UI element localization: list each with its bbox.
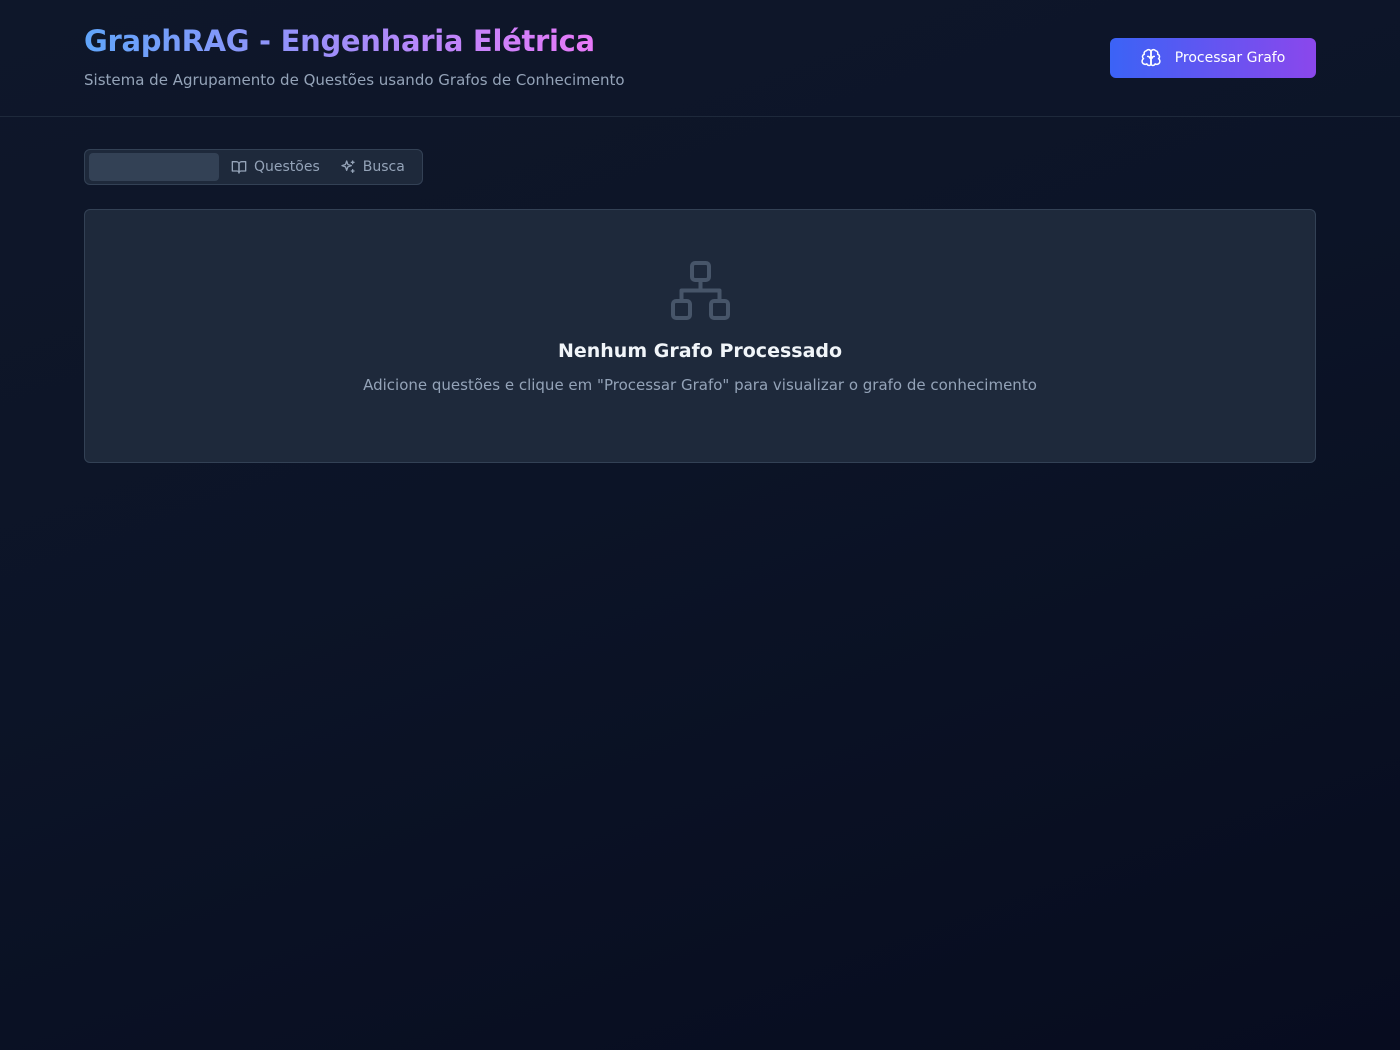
tab-search[interactable]: Busca xyxy=(332,153,413,181)
brain-icon xyxy=(1141,48,1161,68)
sparkles-icon xyxy=(340,159,356,175)
empty-state-title: Nenhum Grafo Processado xyxy=(557,340,843,362)
page-title: GraphRAG - Engenharia Elétrica xyxy=(84,24,595,58)
app-header: GraphRAG - Engenharia Elétrica Sistema d… xyxy=(0,0,1400,117)
tab-list: Questões Busca xyxy=(84,149,423,185)
book-open-icon xyxy=(231,159,247,175)
tab-questions-label: Questões xyxy=(254,159,320,175)
graph-panel: Nenhum Grafo Processado Adicione questõe… xyxy=(84,209,1316,463)
tab-search-label: Busca xyxy=(362,159,405,175)
process-graph-button[interactable]: Processar Grafo xyxy=(1110,38,1316,78)
process-graph-label: Processar Grafo xyxy=(1174,50,1286,66)
tab-graph[interactable] xyxy=(89,153,219,181)
empty-state-description: Adicione questões e clique em "Processar… xyxy=(363,376,1037,394)
page-subtitle: Sistema de Agrupamento de Questões usand… xyxy=(84,71,625,89)
tab-questions[interactable]: Questões xyxy=(223,153,328,181)
network-icon xyxy=(670,260,732,322)
